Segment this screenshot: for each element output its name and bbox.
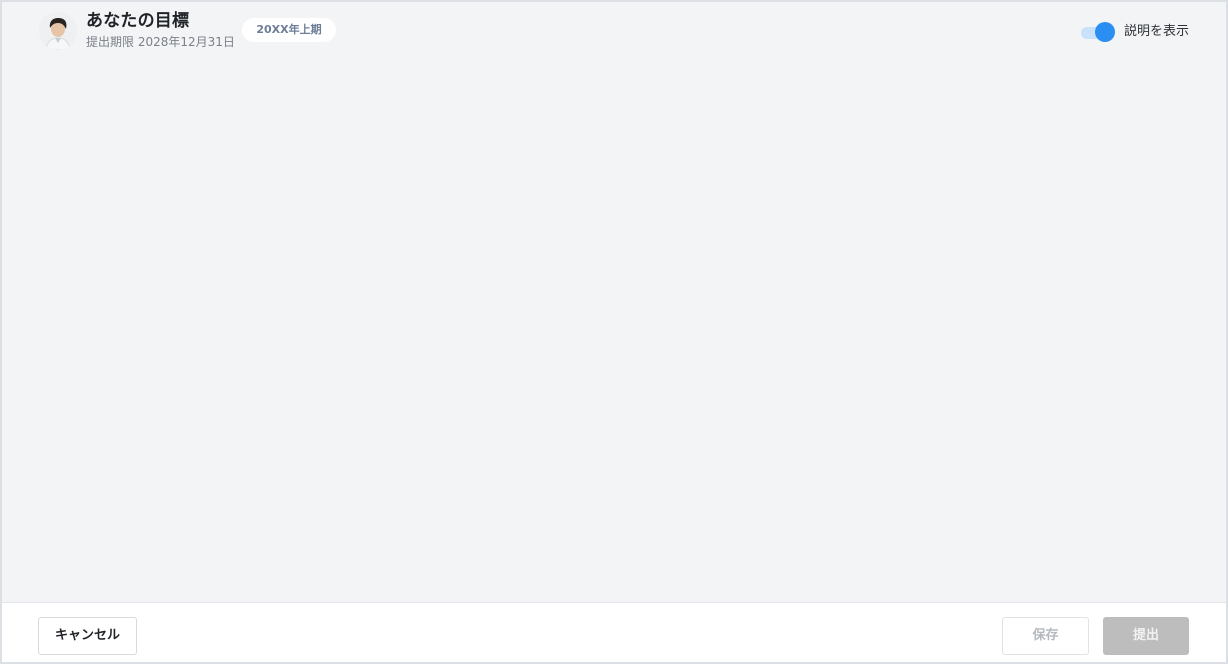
- avatar: [39, 12, 77, 50]
- submission-deadline: 提出期限 2028年12月31日: [86, 35, 235, 49]
- action-footer: キャンセル 保存 提出: [2, 602, 1226, 662]
- show-description-label: 説明を表示: [1123, 24, 1189, 39]
- period-badge: 20XX年上期: [242, 18, 336, 42]
- save-button[interactable]: 保存: [1002, 617, 1089, 655]
- cancel-button[interactable]: キャンセル: [38, 617, 137, 655]
- show-description-toggle-group[interactable]: 説明を表示: [1080, 20, 1189, 44]
- show-description-toggle[interactable]: [1080, 22, 1115, 42]
- user-avatar-icon: [39, 12, 77, 50]
- title-block: あなたの目標 提出期限 2028年12月31日: [86, 10, 235, 50]
- toggle-knob[interactable]: [1094, 22, 1115, 42]
- submit-button[interactable]: 提出: [1103, 617, 1189, 655]
- goal-editor-window: あなたの目標 提出期限 2028年12月31日 20XX年上期 説明を表示 キャ…: [0, 0, 1228, 664]
- page-header: あなたの目標 提出期限 2028年12月31日 20XX年上期 説明を表示: [2, 2, 1226, 62]
- page-title: あなたの目標: [86, 11, 190, 31]
